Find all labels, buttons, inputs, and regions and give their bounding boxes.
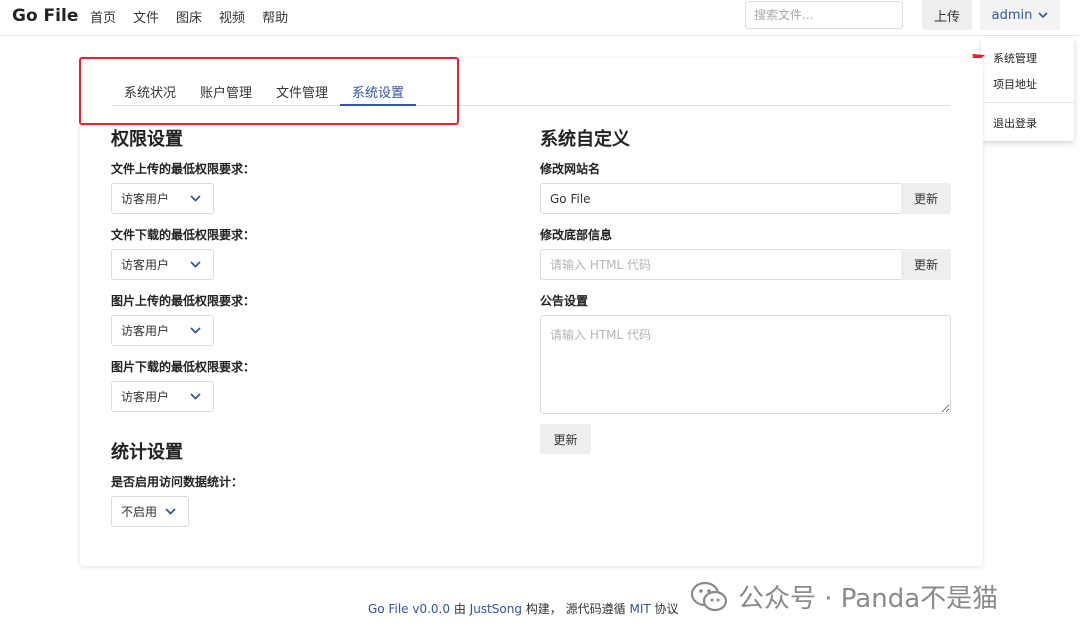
upload-permission-select[interactable]: 访客用户 bbox=[111, 183, 214, 214]
top-navbar: Go File 首页 文件 图床 视频 帮助 上传 admin bbox=[0, 0, 1080, 36]
footer-license-prefix: 源代码遵循 bbox=[565, 602, 626, 616]
select-value: 访客用户 bbox=[121, 258, 170, 272]
notice-update-button[interactable]: 更新 bbox=[540, 424, 591, 454]
user-dropdown-menu: 系统管理 项目地址 退出登录 bbox=[981, 38, 1074, 141]
wechat-logo-icon bbox=[690, 581, 728, 611]
download-permission-label: 文件下载的最低权限要求： bbox=[111, 228, 256, 242]
select-value: 不启用 bbox=[121, 505, 158, 519]
footer-by-text: 由 bbox=[453, 602, 466, 616]
search-input[interactable] bbox=[745, 1, 903, 29]
upload-button[interactable]: 上传 bbox=[922, 0, 972, 30]
nav-help[interactable]: 帮助 bbox=[262, 7, 288, 26]
image-download-permission-select[interactable]: 访客用户 bbox=[111, 381, 214, 412]
select-value: 访客用户 bbox=[121, 390, 170, 404]
user-menu-button[interactable]: admin bbox=[980, 0, 1060, 30]
nav-home[interactable]: 首页 bbox=[90, 7, 116, 26]
upload-permission-label: 文件上传的最低权限要求： bbox=[111, 162, 256, 176]
watermark-text: 公众号 · Panda不是猫 bbox=[738, 584, 999, 614]
footer-license-link[interactable]: MIT bbox=[629, 602, 650, 616]
menu-item-logout[interactable]: 退出登录 bbox=[993, 115, 1037, 131]
chevron-down-icon bbox=[190, 261, 201, 268]
footer-info-input[interactable] bbox=[540, 249, 902, 280]
footer-built-text: 构建， bbox=[525, 602, 562, 616]
chevron-down-icon bbox=[190, 327, 201, 334]
brand-title[interactable]: Go File bbox=[12, 6, 78, 26]
image-upload-permission-select[interactable]: 访客用户 bbox=[111, 315, 214, 346]
image-download-permission-label: 图片下载的最低权限要求： bbox=[111, 360, 256, 374]
chevron-down-icon bbox=[190, 195, 201, 202]
chevron-down-icon bbox=[190, 393, 201, 400]
footer-license-suffix: 协议 bbox=[654, 602, 679, 616]
select-value: 访客用户 bbox=[121, 324, 170, 338]
download-permission-select[interactable]: 访客用户 bbox=[111, 249, 214, 280]
site-name-update-button[interactable]: 更新 bbox=[901, 183, 951, 214]
footer-app-link[interactable]: Go File v0.0.0 bbox=[368, 602, 450, 616]
stats-section-title: 统计设置 bbox=[111, 442, 183, 463]
page-footer: Go File v0.0.0 由 JustSong 构建， 源代码遵循 MIT … bbox=[368, 600, 679, 617]
select-value: 访客用户 bbox=[121, 192, 170, 206]
chevron-down-icon bbox=[165, 508, 176, 515]
menu-item-system-admin[interactable]: 系统管理 bbox=[993, 50, 1037, 66]
custom-section-title: 系统自定义 bbox=[540, 129, 630, 150]
watermark: 公众号 · Panda不是猫 bbox=[690, 578, 998, 615]
nav-files[interactable]: 文件 bbox=[133, 7, 159, 26]
annotation-highlight-box bbox=[79, 57, 459, 125]
site-name-input[interactable] bbox=[540, 183, 902, 214]
footer-author-link[interactable]: JustSong bbox=[470, 602, 522, 616]
stats-enable-label: 是否启用访问数据统计： bbox=[111, 475, 244, 489]
footer-info-label: 修改底部信息 bbox=[540, 228, 613, 242]
footer-info-update-button[interactable]: 更新 bbox=[901, 249, 951, 280]
nav-links: 首页 文件 图床 视频 帮助 bbox=[90, 7, 305, 26]
image-upload-permission-label: 图片上传的最低权限要求： bbox=[111, 294, 256, 308]
stats-enable-select[interactable]: 不启用 bbox=[111, 496, 189, 527]
user-name: admin bbox=[991, 7, 1033, 23]
menu-divider bbox=[981, 102, 1074, 103]
nav-videos[interactable]: 视频 bbox=[219, 7, 245, 26]
site-name-label: 修改网站名 bbox=[540, 162, 601, 176]
notice-label: 公告设置 bbox=[540, 294, 589, 308]
notice-textarea[interactable] bbox=[540, 315, 951, 414]
nav-images[interactable]: 图床 bbox=[176, 7, 202, 26]
permission-section-title: 权限设置 bbox=[111, 129, 183, 150]
chevron-down-icon bbox=[1038, 11, 1048, 18]
menu-item-project-url[interactable]: 项目地址 bbox=[993, 76, 1037, 92]
